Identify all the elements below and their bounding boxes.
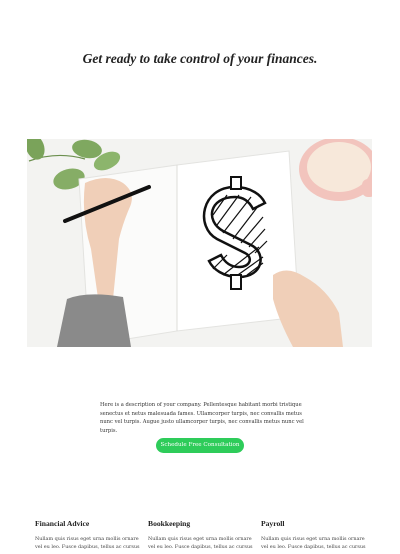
schedule-consultation-button[interactable]: Schedule Free Consultation [156, 438, 244, 453]
service-title: Bookkeeping [148, 519, 191, 528]
service-text: Nullam quis risus eget urna mollis ornar… [35, 536, 140, 550]
services-section: Financial Advice Nullam quis risus eget … [35, 519, 375, 554]
service-text: Nullam quis risus eget urna mollis ornar… [148, 536, 253, 550]
service-financial-advice: Financial Advice Nullam quis risus eget … [35, 519, 140, 551]
company-description: Here is a description of your company. P… [100, 402, 304, 434]
service-text: Nullam quis risus eget urna mollis ornar… [261, 536, 366, 550]
service-payroll: Payroll Nullam quis risus eget urna moll… [261, 519, 366, 551]
service-bookkeeping: Bookkeeping Nullam quis risus eget urna … [148, 519, 253, 551]
hero-title: Get ready to take control of your financ… [82, 51, 318, 66]
service-title: Financial Advice [35, 519, 90, 528]
service-title: Payroll [261, 519, 285, 528]
hero-image [27, 139, 372, 347]
